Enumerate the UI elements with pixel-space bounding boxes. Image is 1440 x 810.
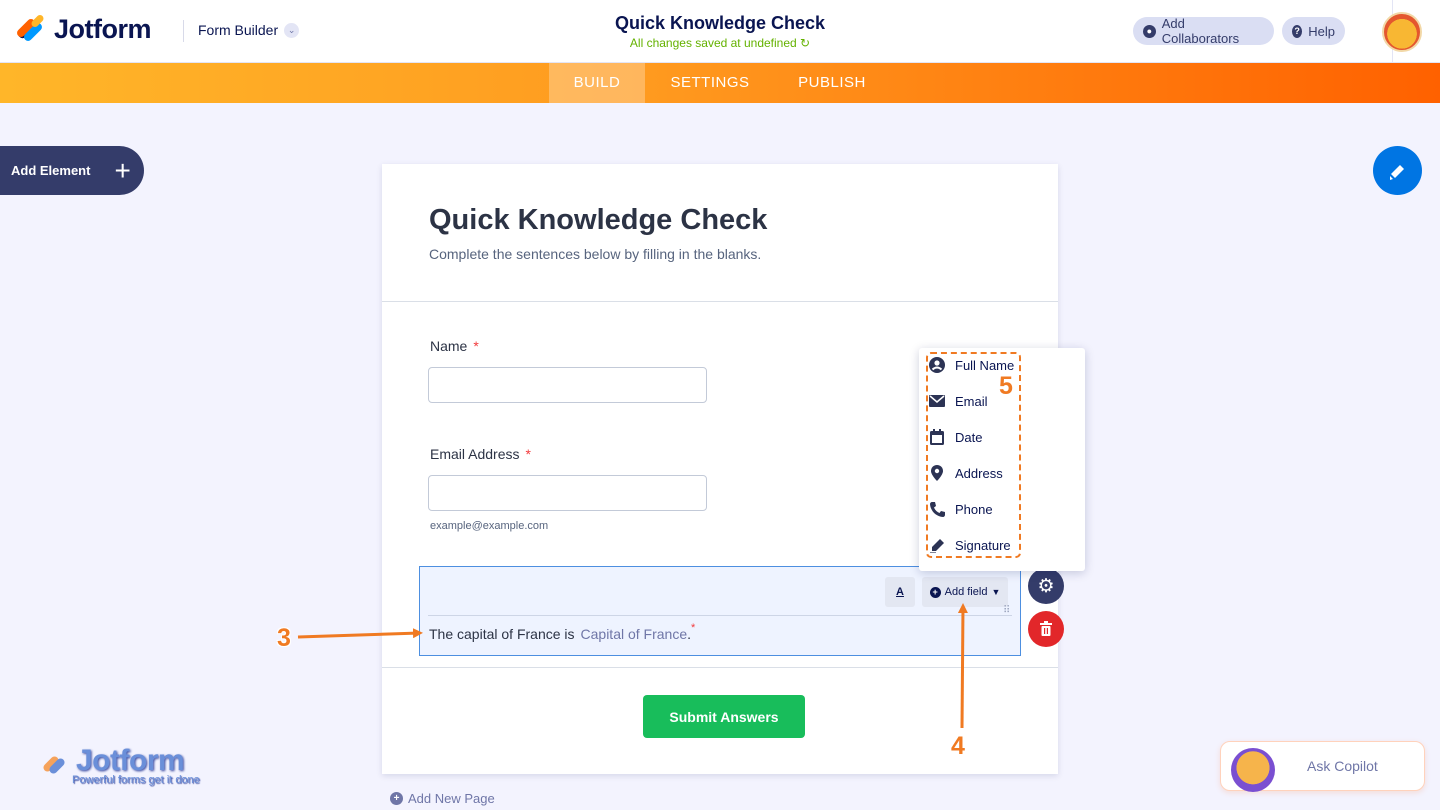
ask-copilot-button[interactable]: Ask Copilot <box>1220 741 1425 792</box>
copilot-mascot-icon <box>1231 748 1275 792</box>
add-new-page-label: Add New Page <box>408 791 495 806</box>
ask-copilot-label: Ask Copilot <box>1307 758 1378 774</box>
watermark-tagline: Powerful forms get it done <box>72 774 200 786</box>
watermark-brand: Jotform <box>76 744 185 777</box>
plus-circle-icon: + <box>390 792 403 805</box>
annotation-label-4: 4 <box>951 732 965 760</box>
annotation-label-3: 3 <box>277 624 291 652</box>
annotation-arrows <box>297 603 968 729</box>
jotform-watermark-logo-icon <box>43 756 65 774</box>
add-new-page-button[interactable]: + Add New Page <box>390 791 495 806</box>
annotation-label-5: 5 <box>999 372 1013 400</box>
